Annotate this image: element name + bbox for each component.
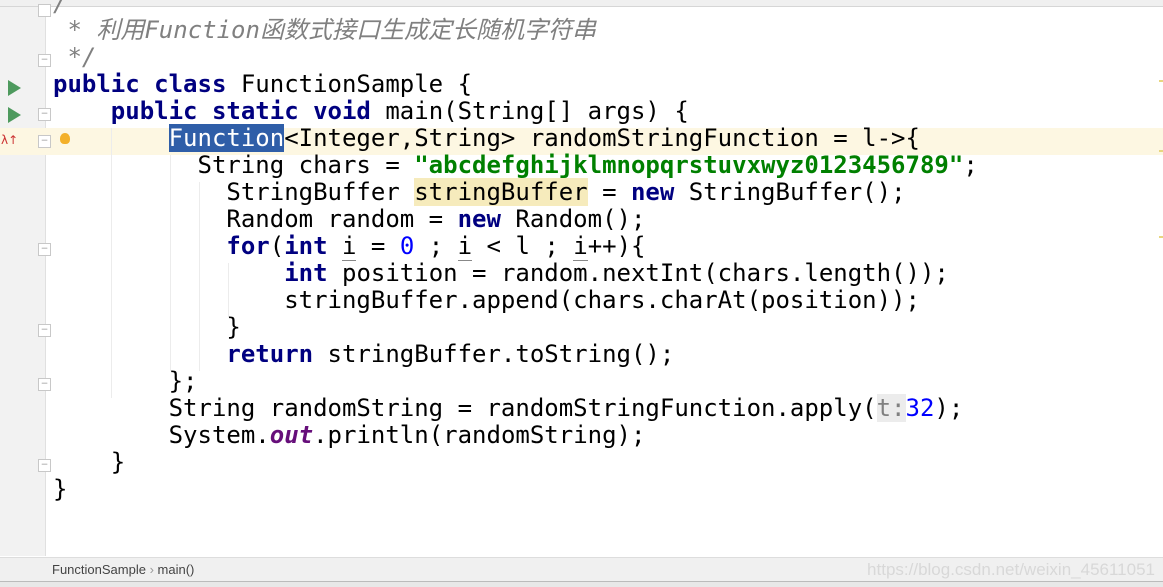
error-stripe-mark[interactable] — [1159, 150, 1163, 152]
code-token: t: — [876, 394, 906, 422]
code-token: public static void — [110, 97, 371, 125]
run-main-icon[interactable] — [8, 107, 21, 123]
code-token: ); — [934, 394, 964, 422]
breadcrumb-bar: FunctionSample › main() https://blog.csd… — [0, 557, 1163, 582]
lambda-navigate-icon[interactable]: λ↑ — [1, 133, 18, 147]
error-stripe-mark[interactable] — [1159, 236, 1163, 238]
code-line[interactable]: public static void main(String[] args) { — [53, 98, 978, 125]
code-token: FunctionSample { — [226, 70, 473, 98]
code-line[interactable]: for(int i = 0 ; i < l ; i++){ — [53, 232, 978, 261]
code-token: }; — [53, 367, 198, 395]
code-line[interactable]: * 利用Function函数式接口生成定长随机字符串 — [53, 17, 978, 44]
fold-icon[interactable]: − — [38, 459, 51, 472]
fold-icon[interactable] — [38, 4, 51, 17]
code-lines[interactable]: / * 利用Function函数式接口生成定长随机字符串 */public cl… — [53, 0, 978, 503]
code-token: < l ; — [472, 232, 574, 260]
code-token: * 利用Function函数式接口生成定长随机字符串 — [53, 16, 596, 44]
code-token: i — [342, 232, 357, 261]
code-token: new — [457, 205, 501, 233]
code-line[interactable]: stringBuffer.append(chars.charAt(positio… — [53, 287, 978, 314]
code-token: position = random.nextInt(chars.length()… — [327, 259, 949, 287]
code-token: "abcdefghijklmnopqrstuvxwyz0123456789" — [414, 151, 964, 179]
code-line[interactable]: String randomString = randomStringFuncti… — [53, 394, 978, 422]
code-line[interactable]: int position = random.nextInt(chars.leng… — [53, 260, 978, 287]
code-token: StringBuffer — [53, 178, 415, 206]
code-token: <Integer,String> randomStringFunction = … — [284, 124, 920, 152]
code-token: } — [53, 313, 241, 341]
code-token: = — [356, 232, 400, 260]
code-token: .println(randomString); — [313, 421, 646, 449]
code-token: ; — [414, 232, 458, 260]
code-token: } — [53, 475, 68, 503]
code-token: new — [630, 178, 675, 206]
run-class-icon[interactable] — [8, 80, 21, 96]
code-token: int — [284, 259, 328, 287]
code-token: / — [53, 0, 68, 17]
editor-gutter — [0, 7, 46, 556]
breadcrumb: FunctionSample › main() — [52, 558, 194, 582]
code-line[interactable]: } — [53, 449, 978, 476]
fold-icon[interactable]: − — [38, 243, 51, 256]
code-token: ( — [269, 232, 285, 260]
code-token: return — [226, 340, 314, 368]
code-line[interactable]: Function<Integer,String> randomStringFun… — [53, 124, 978, 152]
code-token: Function — [168, 124, 285, 152]
code-token: } — [53, 448, 126, 476]
code-token: stringBuffer.append(chars.charAt(positio… — [53, 286, 920, 314]
code-token: 0 — [399, 232, 415, 260]
code-token: = — [587, 178, 631, 206]
code-token: stringBuffer — [414, 178, 588, 206]
code-token: Random(); — [500, 205, 646, 233]
code-line[interactable]: } — [53, 314, 978, 341]
code-token: String randomString = randomStringFuncti… — [53, 394, 877, 422]
code-token: i — [457, 232, 473, 261]
code-token: ++){ — [587, 232, 646, 260]
code-token: int — [284, 232, 328, 260]
code-token: 32 — [905, 394, 935, 422]
code-token: i — [573, 232, 588, 261]
code-token: Random random = — [53, 205, 458, 233]
code-line[interactable]: public class FunctionSample { — [53, 71, 978, 98]
code-line[interactable]: */ — [53, 44, 978, 71]
breadcrumb-separator: › — [149, 562, 154, 577]
status-bar — [0, 581, 1163, 587]
code-token: out — [269, 421, 314, 449]
code-token: ; — [963, 151, 978, 179]
watermark: https://blog.csdn.net/weixin_45611051 — [867, 560, 1155, 579]
error-stripe-mark[interactable] — [1159, 80, 1163, 82]
code-line[interactable]: } — [53, 476, 978, 503]
fold-icon[interactable]: − — [38, 324, 51, 337]
breadcrumb-class[interactable]: FunctionSample — [52, 562, 146, 577]
code-token: StringBuffer(); — [674, 178, 906, 206]
code-line[interactable]: / — [53, 0, 978, 17]
code-token: */ — [53, 43, 97, 71]
code-token: System. — [53, 421, 270, 449]
code-line[interactable]: String chars = "abcdefghijklmnopqrstuvxw… — [53, 151, 978, 179]
fold-icon[interactable]: − — [38, 378, 51, 391]
code-token: for — [226, 232, 270, 260]
code-line[interactable]: System.out.println(randomString); — [53, 422, 978, 449]
code-token: String chars = — [53, 151, 415, 179]
code-line[interactable]: }; — [53, 368, 978, 395]
breadcrumb-method[interactable]: main() — [158, 562, 195, 577]
fold-icon[interactable]: − — [38, 135, 51, 148]
code-token: stringBuffer.toString(); — [313, 340, 675, 368]
code-line[interactable]: StringBuffer stringBuffer = new StringBu… — [53, 178, 978, 206]
code-line[interactable]: return stringBuffer.toString(); — [53, 341, 978, 368]
fold-icon[interactable]: − — [38, 54, 51, 67]
code-token: public class — [53, 70, 227, 98]
fold-icon[interactable]: − — [38, 108, 51, 121]
code-line[interactable]: Random random = new Random(); — [53, 206, 978, 233]
code-token: main(String[] args) { — [370, 97, 689, 125]
